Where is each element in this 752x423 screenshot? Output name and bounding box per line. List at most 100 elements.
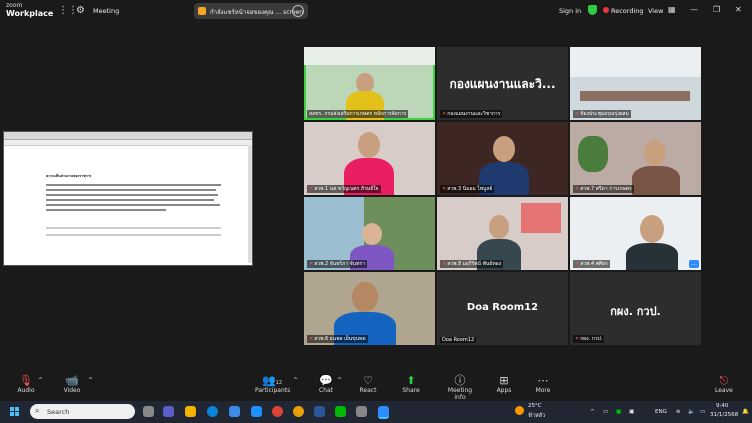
shared-document-window[interactable]: ความเห็นส่วนงานของราชการ [3, 131, 253, 266]
meeting-controls: 🎙 Audio ^ 📹 Video ^ 👥12 Participants ^ 💬… [0, 371, 752, 401]
weather-temp[interactable]: 25°C [528, 403, 542, 409]
battery-icon[interactable]: ▭ [700, 409, 705, 415]
wifi-icon[interactable]: ≋ [676, 409, 681, 415]
video-off-icon: 📹 [65, 374, 79, 387]
grid-icon[interactable]: ⋮⋮ [58, 5, 78, 16]
screen-share-indicator[interactable]: กำลังแชร์หน้าจอของคุณ ... screen … [194, 3, 308, 19]
chevron-up-icon[interactable]: ^ [590, 409, 595, 415]
share-button[interactable]: ⬆ Share [401, 374, 421, 394]
audio-button[interactable]: 🎙 Audio [16, 374, 36, 394]
clock-date[interactable]: 31/1/2568 [710, 412, 738, 418]
recording-label[interactable]: Recording [611, 7, 644, 15]
notification-icon[interactable]: 🔔 [742, 409, 749, 415]
tray-icon[interactable]: ▣ [629, 409, 634, 415]
windows-start-icon[interactable] [10, 407, 20, 417]
app-icon[interactable] [356, 406, 367, 417]
video-tile[interactable]: ✕ห้องประชุมอรุณรุ่งผสม [570, 47, 701, 120]
mic-muted-icon: ✕ [575, 261, 580, 267]
heart-icon: ♡ [363, 374, 373, 387]
apps-icon: ⊞ [499, 374, 509, 387]
clock-time[interactable]: 9:40 [716, 403, 728, 409]
audio-label: Audio [17, 387, 35, 394]
zoom-logo: zoom Workplace [6, 2, 53, 18]
view-grid-icon[interactable]: ▦ [668, 5, 676, 14]
participant-name: ✕สวพ.2 จันทร์ภา จันทรา [307, 260, 367, 268]
chat-options-caret[interactable]: ^ [337, 377, 342, 384]
participant-display-name: Doa Room12 [466, 302, 539, 313]
video-tile[interactable]: ✕สวพ.7 ศรีดา การเกษตร [570, 122, 701, 195]
meeting-label[interactable]: Meeting [93, 7, 119, 15]
more-button[interactable]: ⋯ More [533, 374, 553, 394]
mic-muted-icon: ✕ [442, 261, 447, 267]
language-indicator[interactable]: ENG [655, 409, 667, 415]
video-tile[interactable]: Doa Room12 Doa Room12 [437, 272, 568, 345]
participant-name: ✕กผง. กวป. [573, 335, 605, 343]
video-tile[interactable]: ✕สวพ.6 ธนพล เย็นขุนทด [304, 272, 435, 345]
mic-muted-icon: ✕ [309, 186, 314, 192]
close-icon[interactable]: ✕ [735, 5, 742, 14]
share-label: Share [402, 387, 420, 394]
participant-face [644, 140, 666, 166]
video-tile[interactable]: กผง. กวป. ✕กผง. กวป. [570, 272, 701, 345]
participant-name: ✕สวพ.4 ศศิธร [573, 260, 610, 268]
document-scrollbar[interactable] [248, 145, 252, 263]
taskbar-search[interactable]: ⌕ Search [30, 404, 135, 419]
store-icon[interactable] [229, 406, 240, 417]
meeting-info-button[interactable]: ⓘ Meeting info [442, 374, 478, 401]
participants-label: Participants [255, 387, 291, 394]
backdrop-banner [304, 47, 435, 65]
chrome-icon[interactable] [272, 406, 283, 417]
plant [578, 136, 608, 172]
video-tile[interactable]: ✕สวพ.4 ศศิธร … [570, 197, 701, 270]
edge-icon[interactable] [207, 406, 218, 417]
participant-face [352, 282, 378, 312]
video-options-caret[interactable]: ^ [88, 377, 93, 384]
participant-name: ✕สวพ.8 มยุรีรัตน์ พันธ์ทอง [440, 260, 504, 268]
shield-icon[interactable] [588, 5, 597, 15]
zoom-icon[interactable] [378, 406, 389, 419]
search-icon: ⌕ [35, 406, 40, 415]
video-tile[interactable]: สลขร. กรมส่งเสริมการเกษตร หลักการจัดการ [304, 47, 435, 120]
info-icon: ⓘ [454, 374, 466, 387]
participants-button[interactable]: 👥12 Participants [255, 374, 291, 394]
share-screen-icon: ⬆ [406, 374, 416, 387]
chat-button[interactable]: 💬 Chat [317, 374, 335, 394]
task-view-icon[interactable] [143, 406, 154, 417]
video-tile[interactable]: ✕สวพ.8 มยุรีรัตน์ พันธ์ทอง [437, 197, 568, 270]
line-icon[interactable] [335, 406, 346, 417]
browser-icon[interactable] [293, 406, 304, 417]
react-label: React [359, 387, 377, 394]
word-icon[interactable] [314, 406, 325, 417]
copilot-icon[interactable] [163, 406, 174, 417]
more-icon[interactable]: … [689, 260, 699, 268]
more-options-icon[interactable]: … [292, 5, 304, 17]
participant-name: ✕ห้องประชุมอรุณรุ่งผสม [573, 110, 631, 118]
participant-face [640, 215, 664, 243]
line-tray-icon[interactable]: ■ [616, 409, 621, 415]
gear-icon[interactable]: ⚙ [76, 5, 85, 16]
weather-desc[interactable]: ฟ้าหลัว [528, 412, 545, 420]
leave-button[interactable]: ⎋ Leave [715, 374, 733, 394]
view-button[interactable]: View [648, 7, 663, 15]
maximize-icon[interactable]: ❐ [713, 5, 720, 14]
video-tile[interactable]: ✕สวพ.3 นิ่มอม ไพบูลย์ [437, 122, 568, 195]
network-icon[interactable]: ▭ [603, 409, 608, 415]
audio-options-caret[interactable]: ^ [38, 377, 43, 384]
participant-display-name: กผง. กวป. [610, 305, 661, 318]
mail-icon[interactable] [251, 406, 262, 417]
video-button[interactable]: 📹 Video [61, 374, 83, 394]
participants-options-caret[interactable]: ^ [293, 377, 298, 384]
video-tile[interactable]: ✕สวพ.1 นส.ขวัญเนตร ภิรมย์ใจ [304, 122, 435, 195]
react-button[interactable]: ♡ React [358, 374, 378, 394]
apps-button[interactable]: ⊞ Apps [494, 374, 514, 394]
file-explorer-icon[interactable] [185, 406, 196, 417]
participant-face [489, 215, 509, 239]
sign-in-link[interactable]: Sign in [559, 7, 581, 15]
volume-icon[interactable]: 🔈 [688, 409, 695, 415]
video-tile[interactable]: ✕สวพ.2 จันทร์ภา จันทรา [304, 197, 435, 270]
mic-muted-icon: ✕ [309, 336, 314, 342]
minimize-icon[interactable]: — [690, 5, 698, 14]
leave-label: Leave [715, 387, 733, 394]
video-tile[interactable]: กองแผนงานและวิ... ✕กองแผนงานและวิชาการ [437, 47, 568, 120]
document-titlebar [4, 132, 252, 140]
